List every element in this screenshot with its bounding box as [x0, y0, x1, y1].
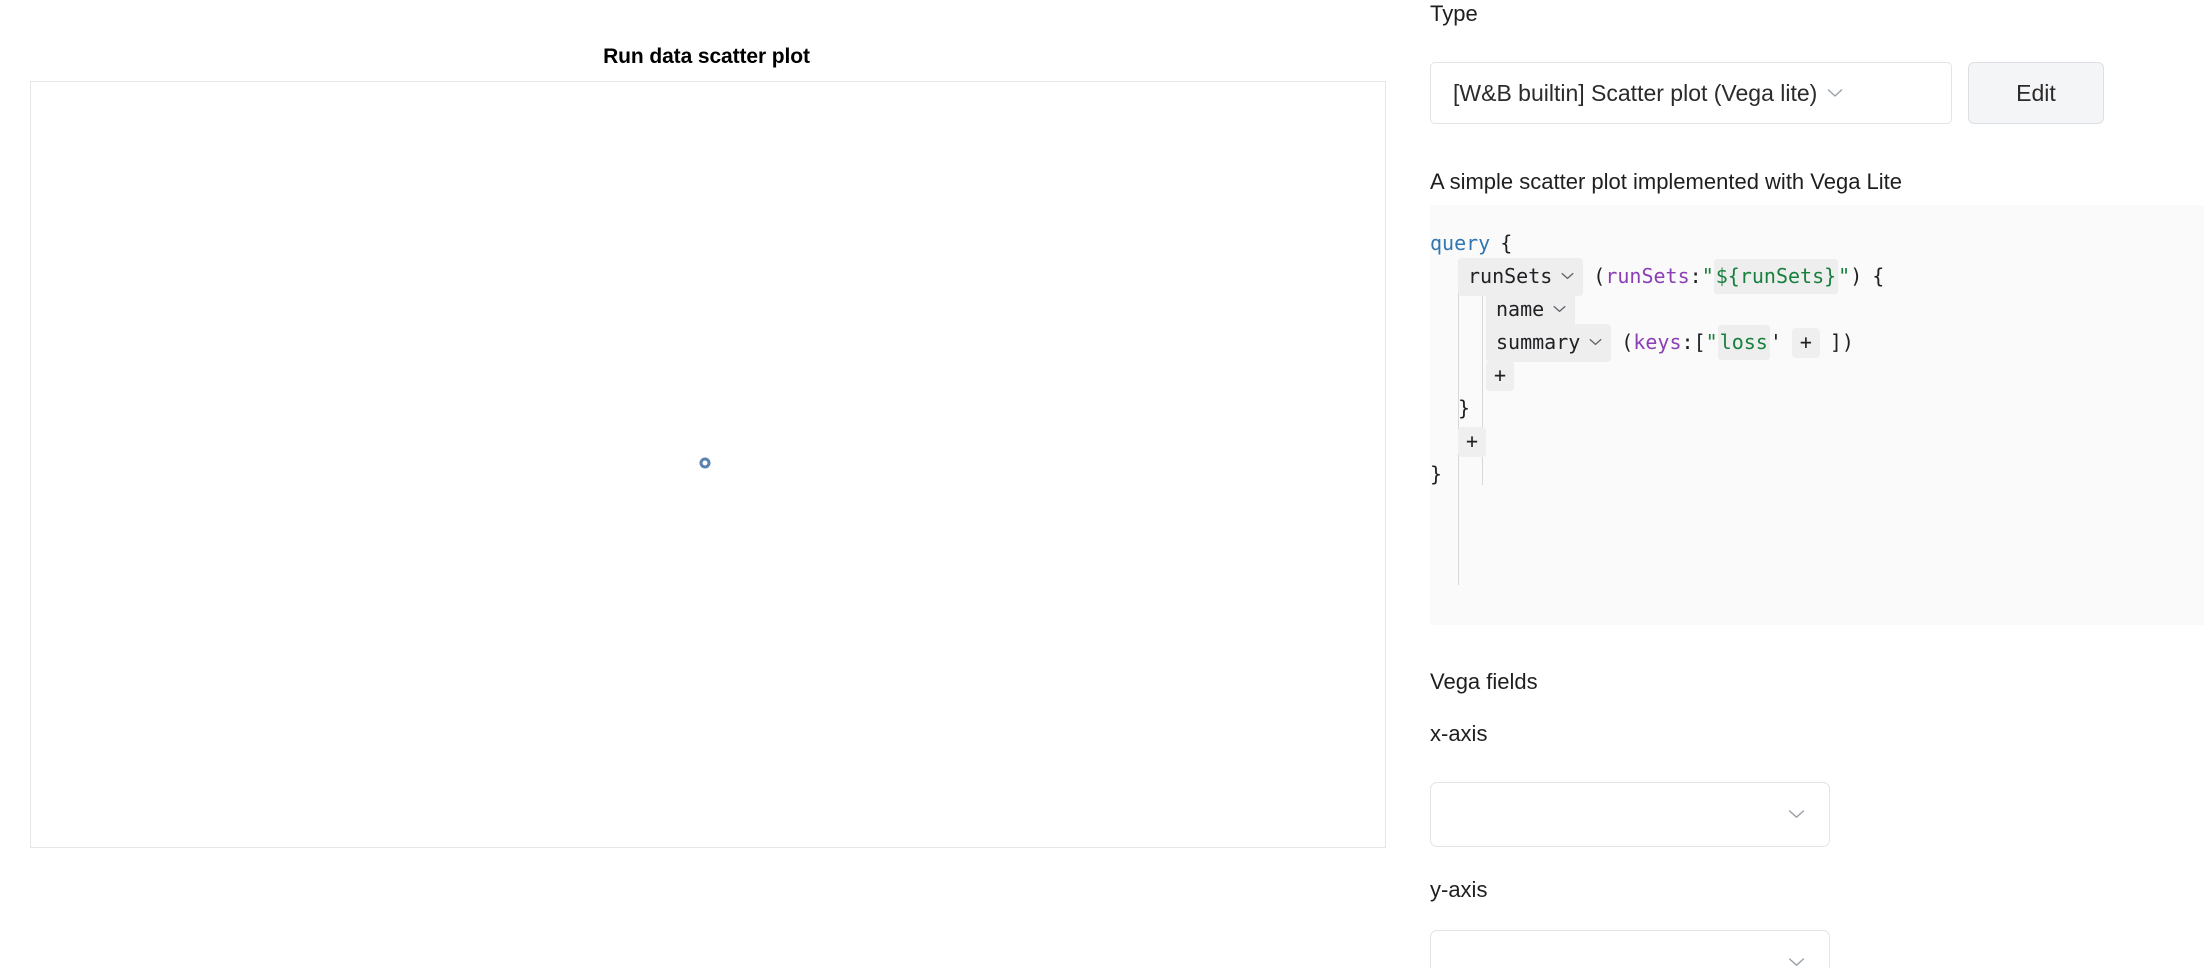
quote-open: ": [1705, 330, 1718, 354]
query-line-add-outer: +: [1430, 425, 2204, 458]
add-key-button[interactable]: +: [1791, 327, 1820, 358]
add-field-outer-button[interactable]: +: [1458, 426, 1486, 457]
keys-value[interactable]: loss: [1717, 325, 1770, 360]
add-key-button-label: +: [1799, 330, 1812, 354]
vega-fields-label: Vega fields: [1430, 669, 1538, 694]
page-title: Run data scatter plot: [603, 45, 810, 68]
runsets-field-chip-label: runSets: [1468, 263, 1553, 288]
colon: :: [1689, 264, 1702, 288]
keys-arg-name: keys: [1633, 330, 1682, 354]
plot-description: A simple scatter plot implemented with V…: [1430, 169, 1903, 194]
edit-button-label: Edit: [2016, 79, 2056, 106]
bracket-open: [: [1693, 330, 1706, 354]
add-field-inner-button[interactable]: +: [1486, 360, 1514, 391]
type-label: Type: [1430, 1, 1478, 26]
query-line-name: name: [1430, 290, 2204, 329]
chevron-down-icon: [1553, 303, 1566, 316]
type-row: [W&B builtin] Scatter plot (Vega lite) E…: [1430, 62, 2104, 124]
plot-type-select-value: [W&B builtin] Scatter plot (Vega lite): [1453, 79, 1818, 106]
query-editor[interactable]: query { runSets ( runSets : " ${runSets}…: [1430, 205, 2204, 625]
chevron-down-icon: [1788, 807, 1805, 823]
quote-close: ": [1838, 264, 1851, 288]
name-field-chip[interactable]: name: [1486, 290, 1576, 329]
add-field-inner-button-label: +: [1493, 363, 1507, 387]
query-line-runsets: runSets ( runSets : " ${runSets} " ) {: [1430, 257, 2204, 296]
plot-type-select[interactable]: [W&B builtin] Scatter plot (Vega lite): [1430, 62, 1952, 124]
runsets-arg-name: runSets: [1605, 264, 1690, 288]
chevron-down-icon: [1827, 86, 1843, 101]
colon: :: [1681, 330, 1694, 354]
quote-close: ': [1769, 330, 1782, 354]
scatter-plot-canvas: [31, 82, 1385, 847]
query-line-root: query {: [1430, 227, 2204, 260]
open-paren: (: [1593, 264, 1606, 288]
x-axis-label: x-axis: [1430, 721, 1488, 746]
query-keyword: query: [1430, 231, 1491, 255]
chevron-down-icon: [1589, 336, 1602, 349]
scatter-data-point[interactable]: [699, 457, 711, 469]
close-paren: ): [1850, 264, 1863, 288]
vega-panel-editor: Run data scatter plot Type [W&B builtin]…: [0, 0, 2204, 968]
bracket-close: ]: [1829, 330, 1842, 354]
query-line-add-inner: +: [1430, 359, 2204, 392]
runsets-field-chip[interactable]: runSets: [1458, 257, 1584, 296]
name-field-chip-label: name: [1496, 296, 1545, 321]
summary-field-chip[interactable]: summary: [1486, 323, 1612, 362]
query-line-close-root: }: [1430, 458, 2204, 491]
config-pane: Type [W&B builtin] Scatter plot (Vega li…: [1420, 0, 2204, 968]
open-paren: (: [1621, 330, 1634, 354]
summary-field-chip-label: summary: [1496, 329, 1581, 354]
edit-button[interactable]: Edit: [1968, 62, 2104, 124]
add-field-outer-button-label: +: [1465, 429, 1479, 453]
plot-pane: Run data scatter plot: [0, 0, 1420, 968]
y-axis-label: y-axis: [1430, 877, 1488, 902]
query-line-summary: summary ( keys : [ " loss ' +]): [1430, 323, 2204, 362]
close-brace-root: }: [1430, 462, 1443, 486]
quote-open: ": [1701, 264, 1714, 288]
open-brace: {: [1872, 264, 1885, 288]
close-brace: }: [1458, 396, 1471, 420]
y-axis-select[interactable]: [1430, 930, 1830, 968]
close-paren: ): [1841, 330, 1854, 354]
chevron-down-icon: [1788, 955, 1805, 968]
query-open-brace: {: [1500, 231, 1513, 255]
runsets-template-value[interactable]: ${runSets}: [1713, 259, 1839, 294]
x-axis-select[interactable]: [1430, 782, 1830, 847]
plot-frame: [30, 81, 1386, 848]
query-line-close-runsets: }: [1430, 392, 2204, 425]
chevron-down-icon: [1561, 270, 1574, 283]
